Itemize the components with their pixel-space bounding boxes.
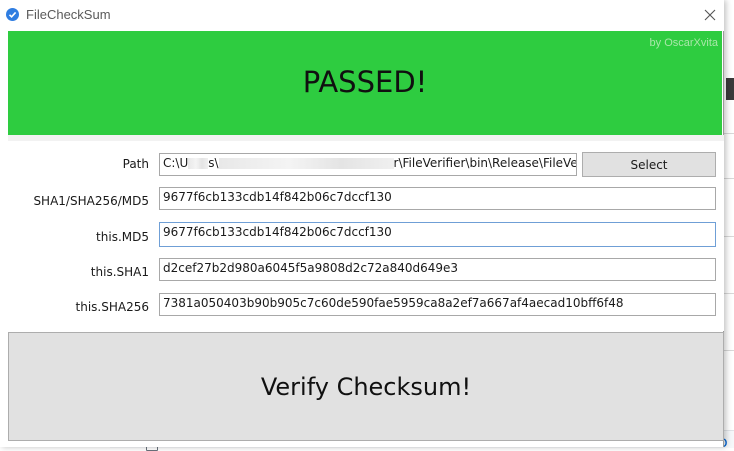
result-banner: by OscarXvita PASSED! xyxy=(8,31,722,135)
expected-hash-field[interactable]: 9677f6cb133cdb14f842b06c7dccf130 xyxy=(159,187,716,210)
close-icon xyxy=(704,9,716,21)
path-value-end: r\FileVerifier\bin\Release\FileVe xyxy=(393,156,577,170)
background-dark-block xyxy=(726,78,734,100)
path-label: Path xyxy=(122,157,149,171)
background-app-edge xyxy=(724,0,734,447)
md5-field[interactable]: 9677f6cb133cdb14f842b06c7dccf130 xyxy=(159,222,716,247)
title-bar[interactable]: FileCheckSum xyxy=(0,0,724,31)
sha1-field[interactable]: d2cef27b2d980a6045f5a9808d2c72a840d649e3 xyxy=(159,258,716,281)
background-divider xyxy=(724,293,734,294)
md5-label: this.MD5 xyxy=(96,230,149,244)
close-button[interactable] xyxy=(698,4,722,26)
sha256-label: this.SHA256 xyxy=(75,300,149,314)
checksum-form: Path C:\U s\ r\FileVerifier\bin\Release\Fi… xyxy=(8,135,724,331)
filechecksum-window: FileCheckSum by OscarXvita PASSED! Path … xyxy=(0,0,724,447)
result-status: PASSED! xyxy=(302,65,428,99)
background-divider xyxy=(724,236,734,237)
sha256-field[interactable]: 7381a050403b90b905c7c60de590fae5959ca8a2… xyxy=(159,293,716,316)
select-file-button[interactable]: Select xyxy=(582,152,716,177)
sha1-label: this.SHA1 xyxy=(90,265,149,279)
path-value-start: C:\U xyxy=(163,156,189,170)
window-title: FileCheckSum xyxy=(26,7,111,22)
redacted-blur xyxy=(218,158,394,169)
background-divider xyxy=(724,178,734,179)
author-credit: by OscarXvita xyxy=(649,37,718,49)
background-divider xyxy=(724,350,734,351)
expected-hash-label: SHA1/SHA256/MD5 xyxy=(33,194,149,208)
path-field[interactable]: C:\U s\ r\FileVerifier\bin\Release\FileVe xyxy=(159,153,577,176)
path-value-mid: s\ xyxy=(208,156,219,170)
background-divider xyxy=(724,133,734,134)
app-check-icon xyxy=(6,8,19,21)
verify-checksum-button[interactable]: Verify Checksum! xyxy=(8,332,724,441)
redacted-blur xyxy=(188,158,209,169)
